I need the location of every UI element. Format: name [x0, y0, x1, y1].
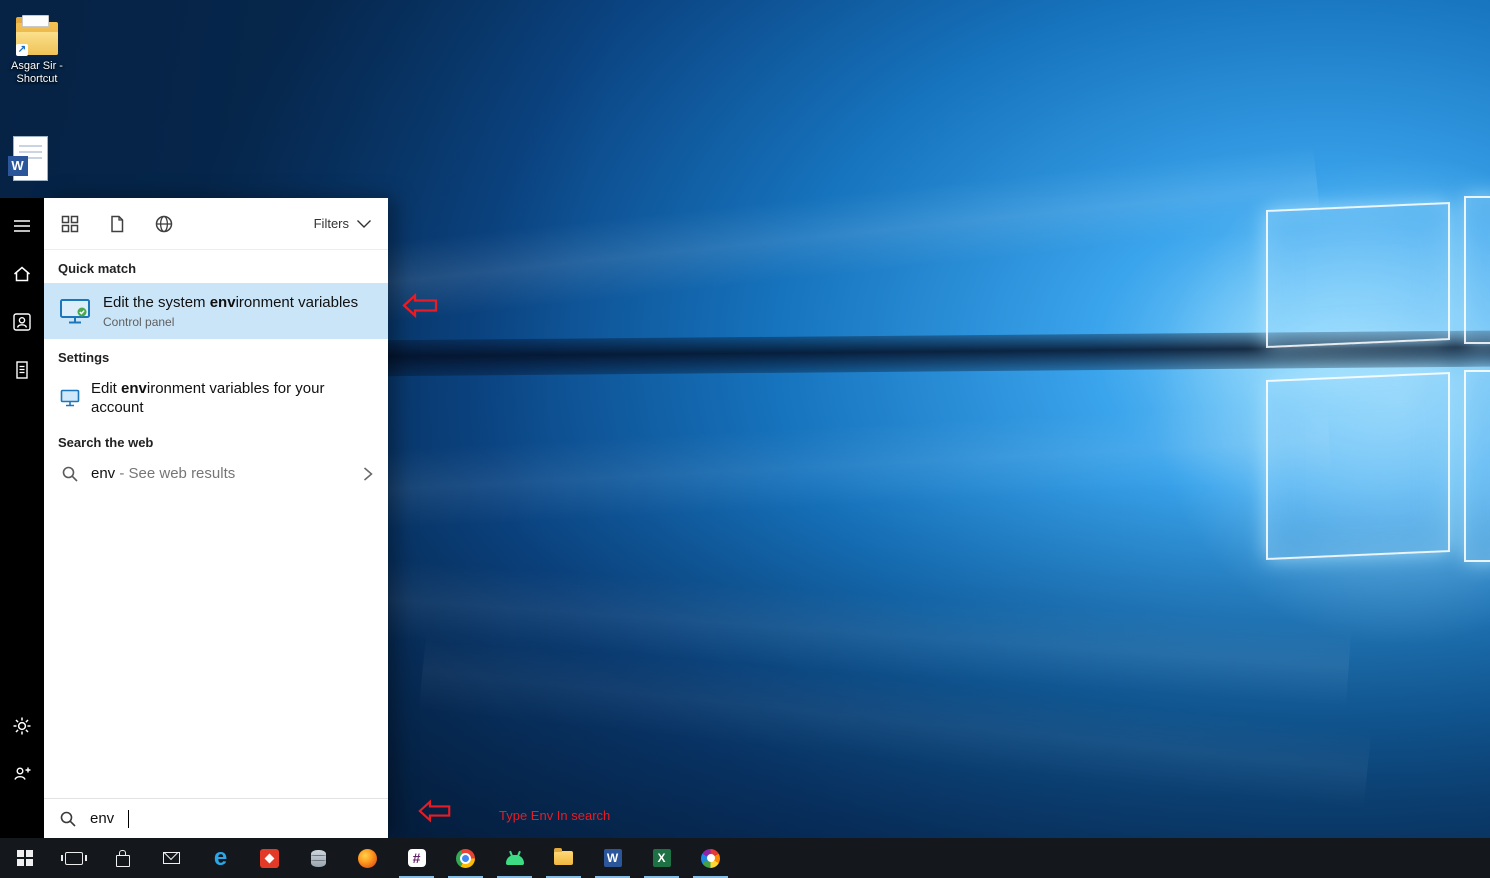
excel-icon — [653, 849, 671, 867]
mail-envelope-icon — [163, 852, 180, 864]
settings-button[interactable] — [0, 702, 44, 750]
settings-header: Settings — [44, 339, 388, 372]
desktop-icon-label: Asgar Sir - Shortcut — [11, 60, 63, 86]
task-view-button[interactable] — [49, 838, 98, 878]
annotation-arrow-quick-match — [402, 292, 439, 324]
paint-palette-icon — [701, 849, 720, 868]
search-icon — [58, 465, 82, 483]
search-input[interactable]: env — [44, 798, 388, 838]
globe-icon — [154, 214, 174, 234]
taskbar-android-studio[interactable] — [490, 838, 539, 878]
windows-logo-pane — [1464, 370, 1490, 562]
search-panel-header: Filters — [44, 198, 388, 250]
task-view-icon — [65, 852, 83, 865]
android-icon — [506, 855, 524, 865]
home-icon — [11, 263, 33, 285]
apps-icon — [60, 214, 80, 234]
search-input-value: env — [90, 810, 114, 827]
taskbar-store[interactable] — [98, 838, 147, 878]
home-button[interactable] — [0, 250, 44, 298]
gear-icon — [11, 715, 33, 737]
documents-button[interactable] — [0, 346, 44, 394]
left-arrow-icon — [402, 292, 439, 319]
page-icon — [107, 214, 127, 234]
annotation-arrow-search-box — [418, 798, 452, 829]
taskbar-edge[interactable] — [196, 838, 245, 878]
taskbar — [0, 838, 1490, 878]
search-icon — [59, 810, 77, 828]
person-add-icon — [11, 763, 33, 785]
taskbar-excel[interactable] — [637, 838, 686, 878]
web-filter-button[interactable] — [154, 214, 174, 234]
word-logo-tile — [8, 156, 28, 176]
taskbar-paint[interactable] — [686, 838, 735, 878]
word-document-icon — [13, 136, 48, 181]
taskbar-database[interactable] — [294, 838, 343, 878]
edge-icon — [214, 846, 227, 870]
taskbar-word[interactable] — [588, 838, 637, 878]
taskbar-firefox[interactable] — [343, 838, 392, 878]
firefox-icon — [358, 849, 377, 868]
chrome-icon — [456, 849, 475, 868]
hamburger-icon — [11, 215, 33, 237]
chevron-down-icon — [356, 219, 372, 229]
start-button[interactable] — [0, 838, 49, 878]
taskbar-red-app[interactable] — [245, 838, 294, 878]
windows-logo-pane — [1266, 202, 1450, 348]
chevron-right-icon[interactable] — [362, 465, 374, 483]
taskbar-chrome[interactable] — [441, 838, 490, 878]
windows-logo-icon — [17, 850, 33, 866]
red-app-icon — [260, 849, 279, 868]
search-web-header: Search the web — [44, 424, 388, 457]
feedback-button[interactable] — [0, 750, 44, 798]
result-edit-system-environment-variables[interactable]: Edit the system environment variables Co… — [44, 283, 388, 339]
menu-button[interactable] — [0, 202, 44, 250]
windows-logo-pane — [1464, 196, 1490, 344]
account-button[interactable] — [0, 298, 44, 346]
document-icon — [11, 359, 33, 381]
slack-icon — [408, 849, 426, 867]
annotation-note: Type Env In search — [499, 808, 610, 823]
desktop-icon-folder-shortcut[interactable]: Asgar Sir - Shortcut — [4, 22, 70, 86]
search-flyout: Filters Quick match Edit the system envi… — [44, 198, 388, 838]
taskbar-mail[interactable] — [147, 838, 196, 878]
user-icon — [11, 311, 33, 333]
word-icon — [604, 849, 622, 867]
apps-filter-button[interactable] — [60, 214, 80, 234]
system-properties-icon — [58, 298, 92, 325]
filters-button[interactable]: Filters — [314, 216, 372, 231]
result-title: Edit the system environment variables — [103, 294, 358, 311]
folder-paper — [22, 15, 49, 27]
folder-icon — [554, 851, 573, 865]
result-edit-account-environment-variables[interactable]: Edit environment variables for your acco… — [44, 372, 388, 424]
text-caret — [128, 810, 129, 828]
store-bag-icon — [116, 855, 130, 867]
quick-match-header: Quick match — [44, 250, 388, 283]
settings-monitor-icon — [58, 389, 82, 407]
database-icon — [311, 850, 326, 867]
result-web-search[interactable]: env - See web results — [44, 457, 388, 490]
taskbar-file-explorer[interactable] — [539, 838, 588, 878]
result-subtitle: Control panel — [103, 315, 358, 329]
left-arrow-icon — [418, 798, 452, 824]
desktop-icon-word-document[interactable] — [2, 136, 58, 181]
filters-label: Filters — [314, 216, 349, 231]
folder-icon — [16, 22, 58, 55]
taskbar-slack[interactable] — [392, 838, 441, 878]
result-title: Edit environment variables for your acco… — [91, 379, 374, 417]
windows-logo-pane — [1266, 372, 1450, 560]
start-menu-rail — [0, 198, 44, 838]
shortcut-arrow-icon — [16, 44, 28, 56]
documents-filter-button[interactable] — [107, 214, 127, 234]
web-result-text: env - See web results — [91, 464, 235, 483]
